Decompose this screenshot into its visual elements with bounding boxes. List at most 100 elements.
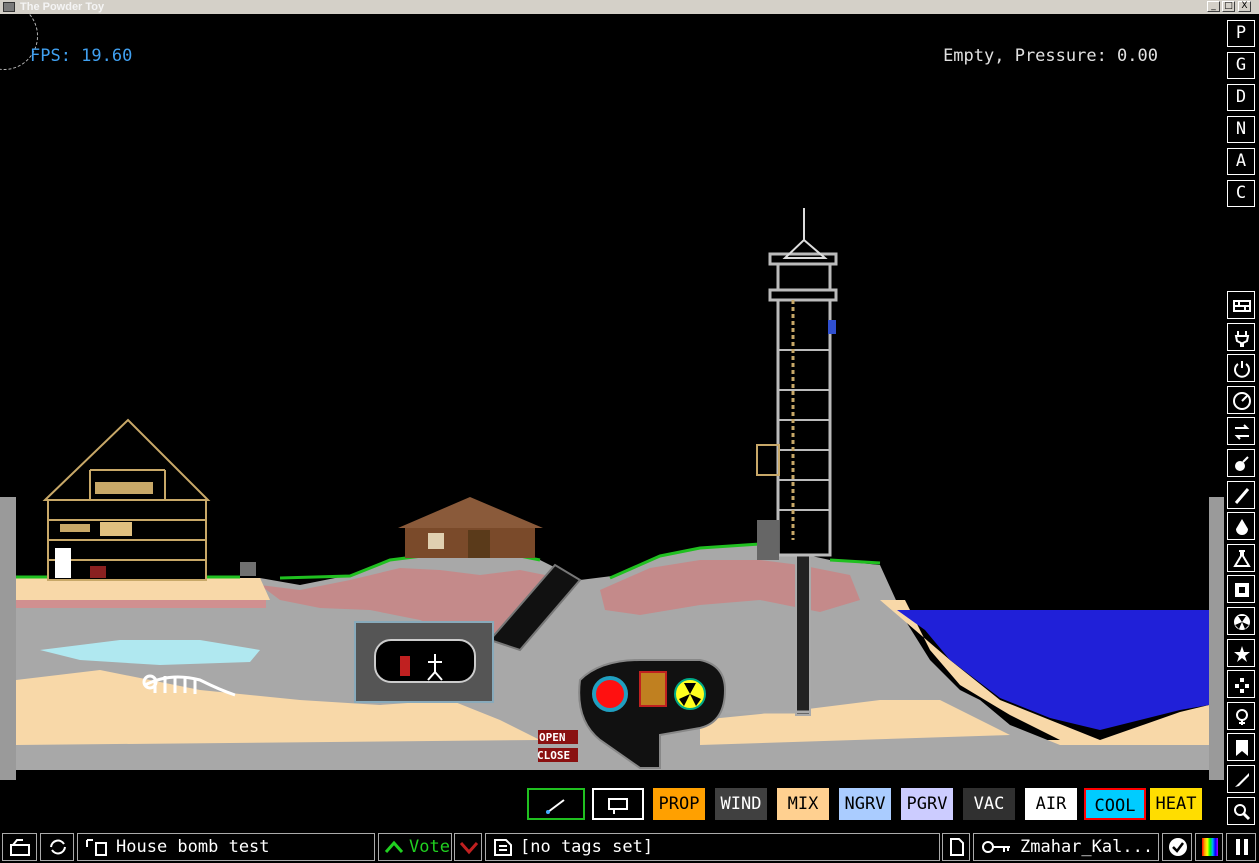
tags-button[interactable]: [no tags set] xyxy=(485,833,940,861)
sand-strip xyxy=(16,578,270,600)
save-title: House bomb test xyxy=(116,837,270,857)
maximize-button[interactable]: □ xyxy=(1222,1,1235,12)
tags-text: [no tags set] xyxy=(520,837,654,857)
brush-icon xyxy=(546,799,565,814)
new-simulation-button[interactable] xyxy=(942,833,970,861)
user-button[interactable]: Zmahar_Kal... xyxy=(973,833,1159,861)
category-button-6[interactable] xyxy=(1227,480,1255,509)
downvote-icon xyxy=(459,842,479,855)
left-wall xyxy=(0,497,16,780)
lighthouse-spire xyxy=(782,208,828,259)
life-icon xyxy=(1235,678,1249,694)
tool-vac-button[interactable]: VAC xyxy=(963,788,1015,820)
cabin-door xyxy=(468,530,490,558)
tool-cool-button[interactable]: COOL xyxy=(1084,788,1146,820)
category-button-10[interactable] xyxy=(1227,607,1255,635)
category-button-13[interactable] xyxy=(1227,701,1255,730)
category-button-4[interactable] xyxy=(1227,417,1255,446)
simulation-canvas[interactable]: OPEN CLOSE FPS: 19.60 Empty, Pressure: 0… xyxy=(0,14,1224,785)
brick-strip xyxy=(16,600,266,608)
solids-icon xyxy=(1235,583,1249,598)
open-save-button[interactable] xyxy=(2,833,37,861)
category-button-0[interactable] xyxy=(1227,291,1255,319)
lighthouse-base xyxy=(757,520,779,560)
liquids-icon xyxy=(1236,519,1248,536)
right-wall xyxy=(1209,497,1224,780)
bunker-machine xyxy=(400,656,410,676)
minimize-button[interactable]: _ xyxy=(1207,1,1220,12)
option-button-n[interactable]: N xyxy=(1227,116,1255,143)
option-button-d[interactable]: D xyxy=(1227,84,1255,111)
sign-tool-button[interactable] xyxy=(592,788,644,820)
title-bar: The Powder Toy _ □ X xyxy=(0,0,1259,14)
brush-tool-button[interactable] xyxy=(527,788,585,820)
category-button-2[interactable] xyxy=(1227,354,1255,383)
explosives-icon xyxy=(1235,456,1249,471)
tool-wind-button[interactable]: WIND xyxy=(715,788,767,820)
category-button-11[interactable] xyxy=(1227,638,1255,667)
reactor-core xyxy=(592,676,628,712)
electronics-icon xyxy=(1234,330,1250,347)
option-button-g[interactable]: G xyxy=(1227,52,1255,79)
reload-icon xyxy=(50,839,66,855)
close-button-label[interactable]: CLOSE xyxy=(537,749,570,762)
gases-icon xyxy=(1234,487,1250,504)
render-options-button[interactable] xyxy=(1162,833,1192,861)
category-button-16[interactable] xyxy=(1227,796,1255,825)
powders-icon xyxy=(1233,549,1251,567)
save-icon xyxy=(86,839,107,856)
category-button-14[interactable] xyxy=(1227,733,1255,762)
category-button-12[interactable] xyxy=(1227,670,1255,699)
tool-air-button[interactable]: AIR xyxy=(1025,788,1077,820)
category-button-8[interactable] xyxy=(1227,543,1255,572)
elevator-shaft xyxy=(795,554,811,716)
force-icon xyxy=(1234,424,1250,441)
category-button-15[interactable] xyxy=(1227,765,1255,793)
category-button-3[interactable] xyxy=(1227,385,1255,414)
walls-icon xyxy=(1233,300,1251,312)
new-file-icon xyxy=(950,838,964,856)
category-button-1[interactable] xyxy=(1227,322,1255,351)
rainbow-icon xyxy=(1202,838,1218,856)
tool-prop-button[interactable]: PROP xyxy=(653,788,705,820)
option-button-c[interactable]: C xyxy=(1227,180,1255,207)
category-button-9[interactable] xyxy=(1227,575,1255,604)
lighthouse-balcony xyxy=(756,444,780,476)
save-title-button[interactable]: House bomb test xyxy=(77,833,375,861)
option-button-a[interactable]: A xyxy=(1227,148,1255,175)
window-title: The Powder Toy xyxy=(20,1,105,13)
fps-counter: FPS: 19.60 xyxy=(30,46,133,66)
tool-ngrv-button[interactable]: NGRV xyxy=(839,788,891,820)
pause-icon xyxy=(1236,839,1248,855)
category-button-7[interactable] xyxy=(1227,512,1255,541)
pressure-readout: Empty, Pressure: 0.00 xyxy=(943,46,1158,66)
pause-button[interactable] xyxy=(1226,833,1256,861)
bed xyxy=(60,524,90,532)
display-mode-button[interactable] xyxy=(1195,833,1223,861)
search-icon xyxy=(1234,803,1251,820)
tool-mix-button[interactable]: MIX xyxy=(777,788,829,820)
lighthouse-flag xyxy=(828,320,836,334)
reload-button[interactable] xyxy=(40,833,74,861)
key-icon xyxy=(982,841,1010,853)
option-button-p[interactable]: P xyxy=(1227,20,1255,47)
cabin-roof xyxy=(398,497,543,528)
upvote-icon xyxy=(384,840,404,853)
crates xyxy=(95,482,153,494)
tool-pgrv-button[interactable]: PGRV xyxy=(901,788,953,820)
vote-up-button[interactable]: Vote xyxy=(378,833,452,861)
vote-down-button[interactable] xyxy=(454,833,482,861)
trash-can xyxy=(240,562,256,576)
open-button-label[interactable]: OPEN xyxy=(539,731,566,744)
tools-icon xyxy=(1236,708,1248,725)
sign-icon xyxy=(608,798,628,814)
powered-icon xyxy=(1234,361,1250,378)
tag-icon xyxy=(494,839,512,856)
dresser xyxy=(100,522,132,536)
category-button-5[interactable] xyxy=(1227,449,1255,477)
close-button[interactable]: X xyxy=(1238,1,1251,12)
tool-heat-button[interactable]: HEAT xyxy=(1150,788,1202,820)
username: Zmahar_Kal... xyxy=(1020,837,1154,857)
checkmark-icon xyxy=(1169,838,1187,856)
radioactive-icon xyxy=(1234,614,1250,630)
